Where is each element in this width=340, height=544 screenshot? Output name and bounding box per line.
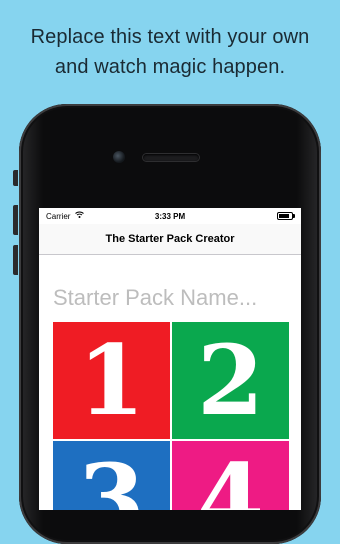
tile-grid: 1 2 3 4 [53, 322, 289, 510]
headline-line-1: Replace this text with your own [30, 26, 310, 48]
status-bar: Carrier 3:33 PM [39, 208, 301, 224]
earpiece-speaker [143, 154, 199, 161]
headline-line-2: and watch magic happen. [54, 56, 286, 78]
volume-up-button [13, 205, 18, 235]
tile-1[interactable]: 1 [53, 322, 170, 439]
tile-3[interactable]: 3 [53, 441, 170, 510]
tile-number: 1 [78, 324, 145, 437]
tile-4[interactable]: 4 [172, 441, 289, 510]
navigation-bar: The Starter Pack Creator [39, 224, 301, 255]
volume-down-button [13, 245, 18, 275]
tile-number: 2 [197, 324, 264, 437]
battery-icon [277, 212, 295, 220]
nav-title: The Starter Pack Creator [105, 233, 235, 245]
status-time: 3:33 PM [154, 212, 186, 221]
tile-number: 4 [197, 443, 264, 511]
mute-switch [13, 170, 18, 186]
tile-number: 3 [78, 443, 145, 511]
phone-screen: Carrier 3:33 PM The Starter Pack Creator… [39, 208, 301, 510]
promo-headline: Replace this text with your own and watc… [0, 22, 340, 82]
front-camera [113, 151, 125, 163]
tile-2[interactable]: 2 [172, 322, 289, 439]
pack-name-input[interactable] [53, 284, 293, 312]
